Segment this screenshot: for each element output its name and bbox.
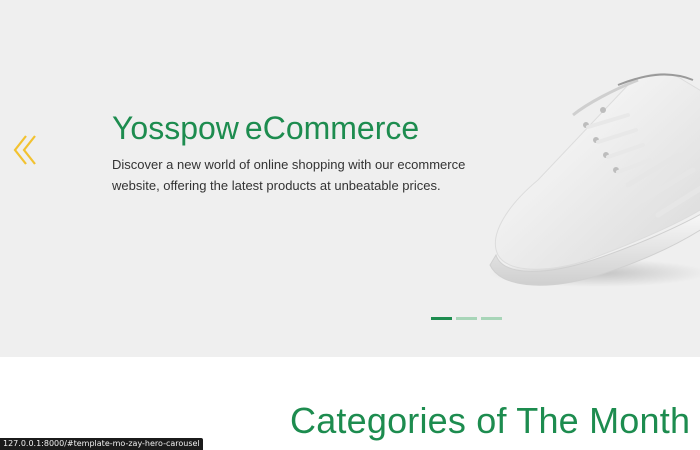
carousel-indicator-1[interactable] [431,317,452,320]
hero-title-sub: eCommerce [244,110,420,146]
chevron-left-icon [13,135,36,165]
carousel-indicator-3[interactable] [481,317,502,320]
carousel-indicator-2[interactable] [456,317,477,320]
page: Yosspow eCommerce Discover a new world of… [0,0,700,450]
sneaker-image [488,73,700,287]
hero-title: Yosspow eCommerce [112,106,419,150]
hero-title-brand: Yosspow [112,110,239,146]
hero-carousel: Yosspow eCommerce Discover a new world of… [0,0,700,357]
hero-description: Discover a new world of online shopping … [112,157,466,193]
carousel-indicators [431,317,502,320]
browser-status-url: 127.0.0.1:8000/#template-mo-zay-hero-car… [0,438,203,450]
carousel-prev-button[interactable] [12,133,42,167]
